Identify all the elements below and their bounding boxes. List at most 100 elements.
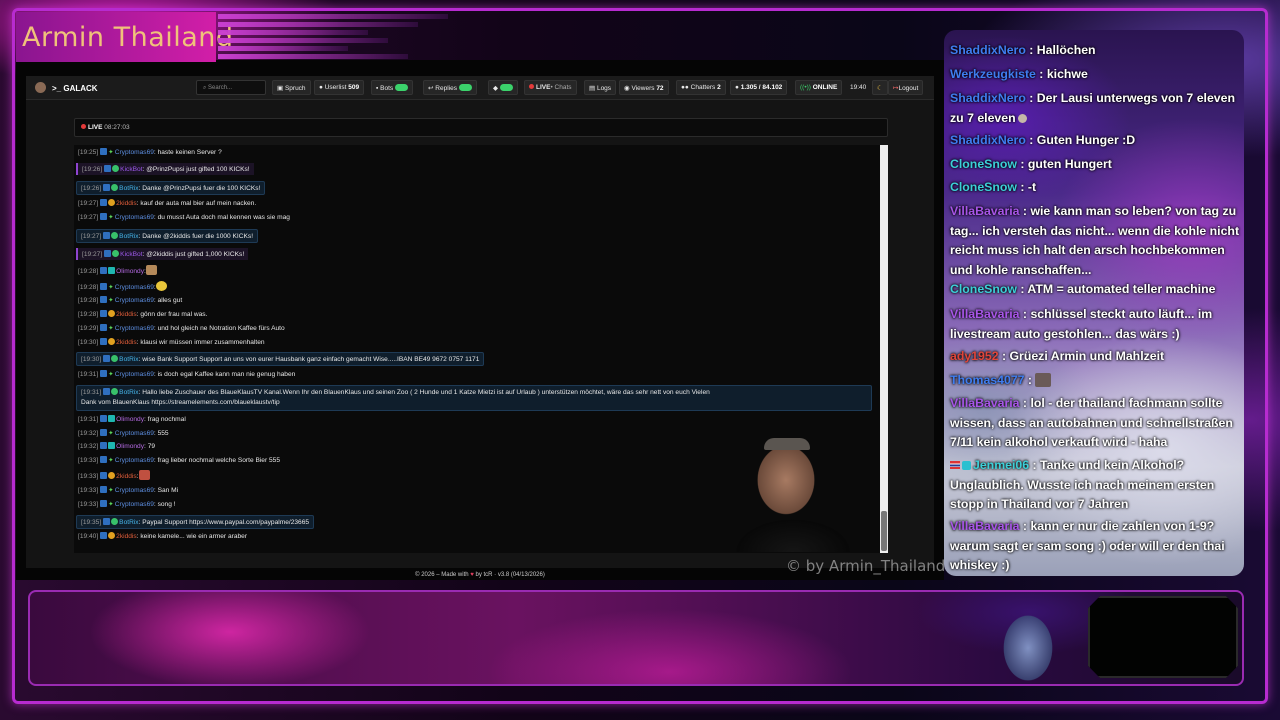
message-time: [19:28] (78, 284, 99, 291)
bots-label: Bots (380, 85, 394, 92)
emote-image (1035, 373, 1052, 387)
message-username[interactable]: Olimondy (116, 443, 144, 450)
chat-message[interactable]: [19:28] ✦Cryptomas69: (78, 281, 167, 291)
platform-badge-icon (100, 532, 108, 539)
viewers-button[interactable]: ◉ Viewers 72 (619, 80, 669, 95)
chat-message[interactable]: [19:31] Olimondy: frag nochmal (78, 415, 186, 423)
message-username[interactable]: Cryptomas69 (115, 371, 154, 378)
chat-message[interactable]: [19:31] ✦Cryptomas69: is doch egal Kaffee… (78, 370, 295, 378)
message-time: [19:31] (78, 416, 99, 423)
userlist-button[interactable]: ● Userlist 509 (314, 80, 365, 95)
message-username[interactable]: Cryptomas69 (115, 487, 154, 494)
live-chats-button[interactable]: LIVE• Chats (524, 80, 577, 95)
message-text: : Paypal Support https://www.paypal.com/… (138, 519, 310, 526)
footer-text: © 2026 – Made with (415, 572, 471, 578)
chat-message[interactable]: [19:26] KickBot: @PrinzPupsi just gifted … (76, 163, 254, 175)
message-time: [19:35] (81, 519, 102, 526)
message-username[interactable]: 2kiddis (116, 339, 137, 346)
overlay-text: : -t (1016, 180, 1037, 194)
bot-badge-icon (111, 232, 119, 239)
chat-message[interactable]: [19:30] 2kiddis: klausi wir müssen immer … (78, 338, 265, 346)
message-username[interactable]: 2kiddis (116, 311, 137, 318)
platform-badge-icon (100, 472, 108, 479)
chat-message[interactable]: [19:33] ✦Cryptomas69: San Mi (78, 486, 178, 494)
message-text: : gönn der frau mal was. (136, 311, 208, 318)
message-username[interactable]: KickBot (120, 166, 142, 173)
chat-message[interactable]: [19:40] 2kiddis: keine kamele... wie ein … (78, 532, 247, 540)
bot-badge-icon (112, 165, 120, 172)
logs-button[interactable]: ▤ Logs (584, 80, 617, 95)
chat-message[interactable]: [19:33] ✦Cryptomas69: song ! (78, 500, 176, 508)
message-username[interactable]: Cryptomas69 (115, 457, 154, 464)
chat-message[interactable]: [19:30] BotRix: wise Bank Support Support… (76, 352, 485, 366)
message-username[interactable]: 2kiddis (116, 200, 137, 207)
chat-message[interactable]: [19:33] ✦Cryptomas69: frag lieber nochmal… (78, 456, 280, 464)
overlay-username: ShaddixNero (950, 91, 1026, 105)
quote-icon: ▣ (277, 85, 285, 92)
message-username[interactable]: Cryptomas69 (115, 149, 154, 156)
messages-counter[interactable]: ● 1.305 / 84.102 (730, 80, 788, 95)
sub-badge-icon (108, 442, 116, 449)
message-username[interactable]: Cryptomas69 (115, 284, 154, 291)
message-username[interactable]: 2kiddis (116, 473, 137, 480)
chat-message[interactable]: [19:28] 2kiddis: gönn der frau mal was. (78, 310, 207, 318)
message-username[interactable]: BotRix (119, 519, 138, 526)
platform-badge-icon (100, 199, 108, 206)
overlay-message: VillaBavaria : lol - der thailand fachma… (950, 394, 1240, 453)
chat-message[interactable]: [19:27] BotRix: Danke @2kiddis fuer die 1… (76, 229, 259, 243)
bots-toggle[interactable]: ▪ Bots (371, 80, 414, 95)
brand-label[interactable]: >_ GALACK (52, 84, 98, 93)
replies-toggle[interactable]: ↩ Replies (423, 80, 477, 95)
chat-message[interactable]: [19:28] Olimondy: (78, 265, 157, 275)
message-username[interactable]: BotRix (119, 233, 138, 240)
bot-badge-icon (111, 388, 119, 395)
chat-message[interactable]: [19:29] ✦Cryptomas69: und hol gleich ne N… (78, 324, 285, 332)
mod-switch[interactable] (500, 84, 513, 91)
doc-icon: ▤ (589, 85, 597, 92)
online-status: ((•)) ONLINE (795, 80, 843, 95)
bots-switch[interactable] (395, 84, 409, 91)
message-time: [19:27] (78, 200, 99, 207)
plush-figure (988, 608, 1058, 688)
message-username[interactable]: BotRix (119, 356, 138, 363)
chat-message[interactable]: [19:26] BotRix: Danke @PrinzPupsi fuer di… (76, 181, 266, 195)
message-username[interactable]: Cryptomas69 (115, 501, 154, 508)
chat-message[interactable]: [19:28] ✦Cryptomas69: alles gut (78, 296, 182, 304)
message-username[interactable]: Cryptomas69 (115, 214, 154, 221)
message-username[interactable]: BotRix (119, 185, 138, 192)
message-username[interactable]: Cryptomas69 (115, 297, 154, 304)
userlist-label: Userlist (324, 84, 347, 91)
message-username[interactable]: KickBot (120, 251, 142, 258)
chatters-button[interactable]: ●● Chatters 2 (676, 80, 726, 95)
message-username[interactable]: Olimondy (116, 416, 144, 423)
message-username[interactable]: BotRix (119, 389, 138, 396)
logout-button[interactable]: ↦Logout (888, 80, 924, 95)
mod-toggle[interactable]: ◆ (488, 80, 518, 95)
message-text: : 555 (153, 430, 169, 437)
chat-message[interactable]: [19:31] BotRix: Hallo liebe Zuschauer des… (76, 385, 872, 411)
streamer-title: Armin Thailand (22, 22, 234, 53)
chat-message[interactable]: [19:27] 2kiddis: kauf der auta mal bier a… (78, 199, 256, 207)
sparkle-badge-icon: ✦ (108, 149, 114, 156)
theme-toggle[interactable]: ☾ (872, 80, 888, 95)
chat-message[interactable]: [19:35] BotRix: Paypal Support https://ww… (76, 515, 315, 529)
search-input[interactable]: ⌕ Search... (196, 80, 266, 95)
chat-message[interactable]: [19:32] ✦Cryptomas69: 555 (78, 429, 169, 437)
replies-switch[interactable] (458, 84, 472, 91)
message-username[interactable]: 2kiddis (116, 533, 137, 540)
message-username[interactable]: Cryptomas69 (115, 430, 154, 437)
chat-message[interactable]: [19:27] KickBot: @2kiddis just gifted 1,0… (76, 248, 249, 260)
chat-message[interactable]: [19:27] ✦Cryptomas69: du musst Auta doch … (78, 213, 290, 221)
chat-scrollbar[interactable] (880, 145, 888, 553)
chat-message[interactable]: [19:32] Olimondy: 79 (78, 442, 155, 450)
avatar[interactable] (35, 82, 46, 93)
message-username[interactable]: Cryptomas69 (115, 325, 154, 332)
message-time: [19:26] (82, 166, 103, 173)
chat-message[interactable]: [19:25] ✦Cryptomas69: haste keinen Server… (78, 148, 222, 156)
message-username[interactable]: Olimondy (116, 268, 144, 275)
scrollbar-thumb[interactable] (881, 511, 887, 551)
message-time: [19:28] (78, 297, 99, 304)
logs-label: Logs (596, 85, 612, 92)
chat-message[interactable]: [19:33] 2kiddis: (78, 470, 150, 480)
spruch-button[interactable]: ▣ Spruch (272, 80, 311, 95)
